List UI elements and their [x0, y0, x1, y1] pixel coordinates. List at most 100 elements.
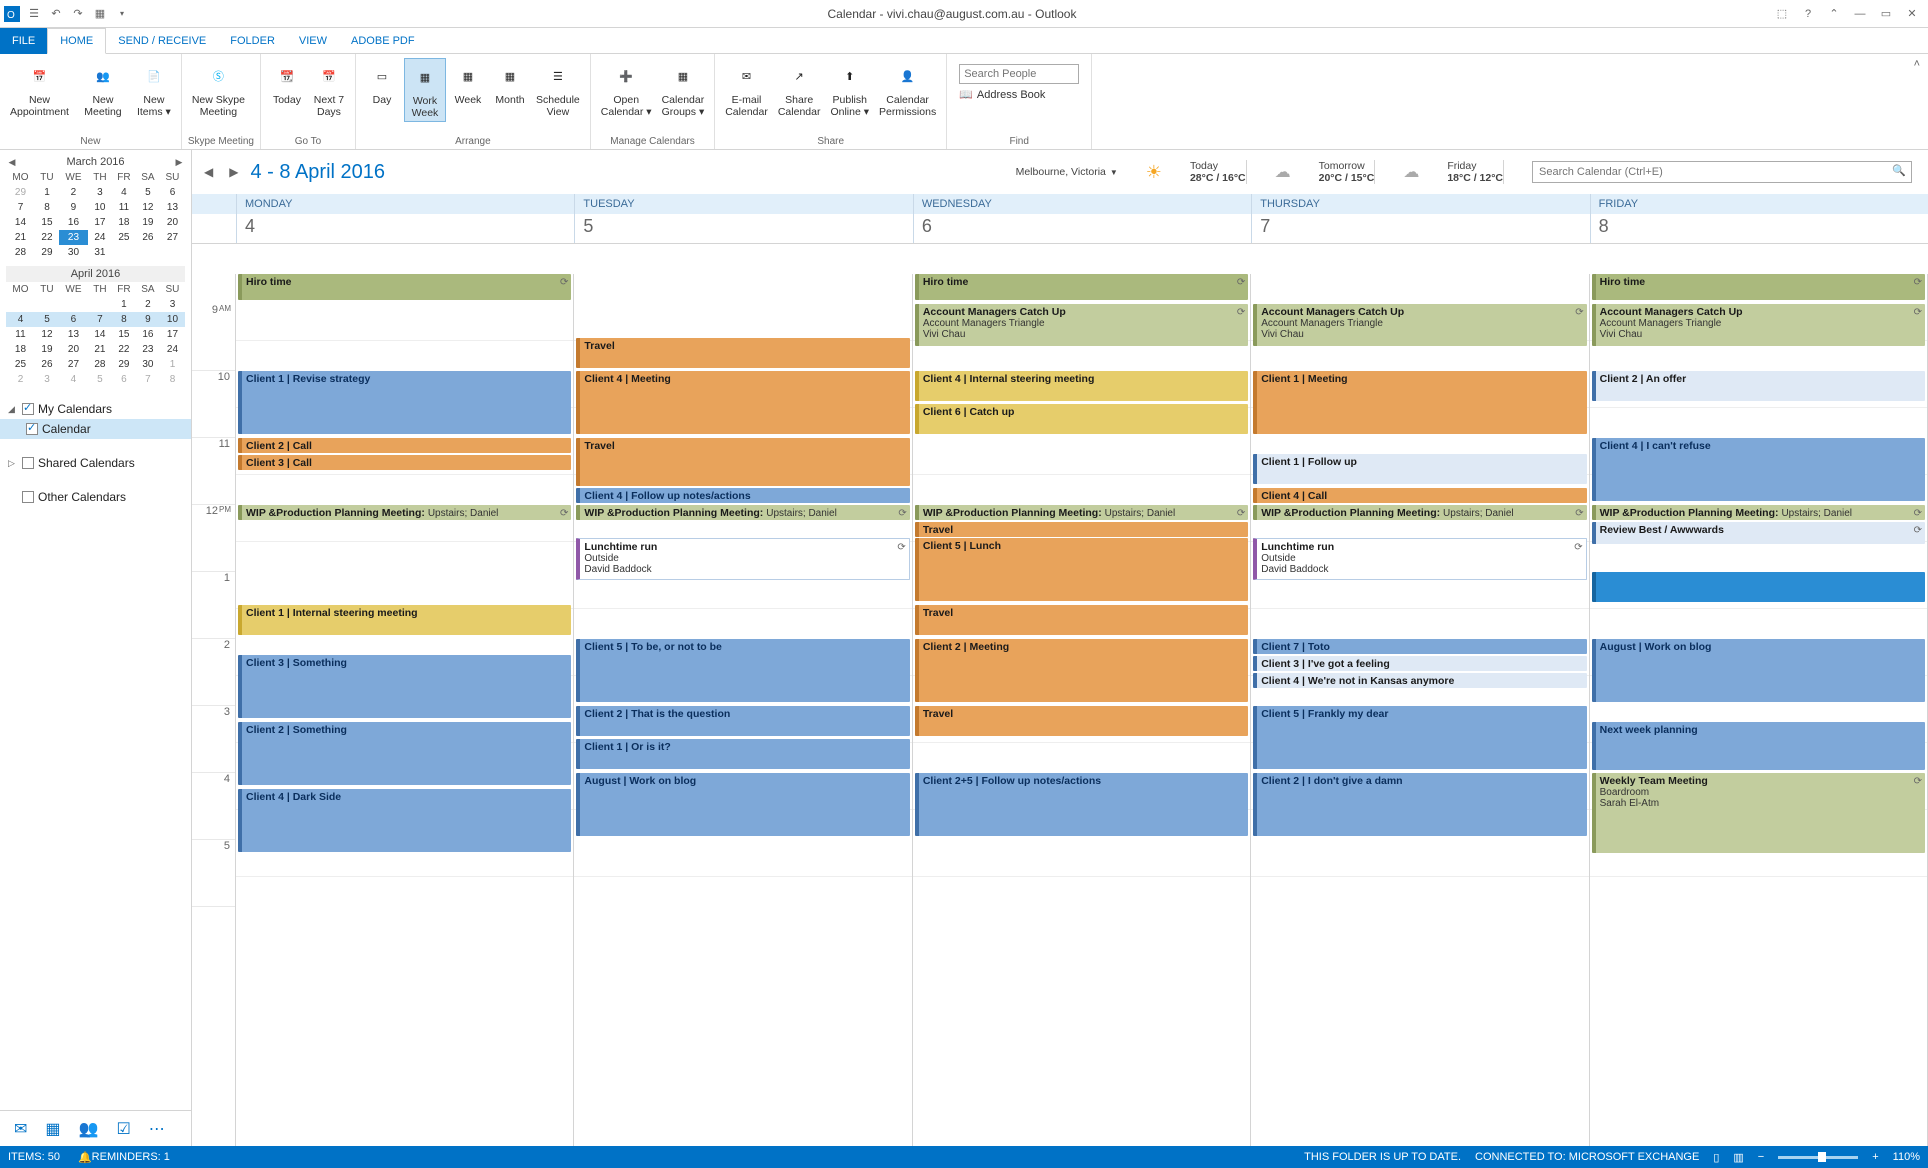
event[interactable]: Client 4 | Meeting [576, 371, 909, 434]
event[interactable]: Client 7 | Toto [1253, 639, 1586, 654]
date-cell[interactable]: 22 [35, 230, 59, 245]
date-cell[interactable]: 4 [59, 372, 88, 387]
date-cell[interactable]: 6 [160, 185, 185, 200]
date-cell[interactable]: 13 [59, 327, 88, 342]
date-cell[interactable]: 28 [6, 245, 35, 260]
date-cell[interactable]: 1 [112, 297, 136, 312]
day-num-6[interactable]: 6 [913, 214, 1251, 243]
mail-icon[interactable]: ✉ [14, 1119, 27, 1139]
day-col-thu[interactable]: Account Managers Catch UpAccount Manager… [1251, 274, 1589, 1146]
date-cell[interactable] [160, 245, 185, 260]
event[interactable]: Account Managers Catch UpAccount Manager… [1592, 304, 1925, 346]
people-icon[interactable]: 👥 [79, 1119, 99, 1139]
publish-button[interactable]: ⬆PublishOnline ▾ [826, 58, 873, 120]
date-cell[interactable]: 2 [6, 372, 35, 387]
tasks-icon[interactable]: ☑ [116, 1119, 130, 1139]
date-cell[interactable]: 4 [112, 185, 136, 200]
date-cell[interactable]: 26 [136, 230, 160, 245]
new-items-button[interactable]: 📄NewItems ▾ [133, 58, 175, 120]
date-cell[interactable]: 24 [160, 342, 185, 357]
date-cell[interactable]: 5 [136, 185, 160, 200]
date-cell[interactable]: 1 [35, 185, 59, 200]
event[interactable]: Client 3 | Call [238, 455, 571, 470]
next-month-icon[interactable]: ▶ [173, 157, 185, 168]
zoom-in-icon[interactable]: + [1872, 1151, 1878, 1163]
date-cell[interactable]: 16 [59, 215, 88, 230]
day-num-5[interactable]: 5 [574, 214, 912, 243]
email-calendar-button[interactable]: ✉E-mailCalendar [721, 58, 772, 120]
event[interactable] [1592, 572, 1925, 602]
date-cell[interactable]: 27 [160, 230, 185, 245]
new-appointment-button[interactable]: 📅NewAppointment [6, 58, 73, 120]
date-cell[interactable]: 17 [160, 327, 185, 342]
date-cell[interactable]: 5 [88, 372, 112, 387]
search-calendar-input[interactable] [1532, 161, 1912, 183]
date-cell[interactable]: 18 [112, 215, 136, 230]
tab-adobe-pdf[interactable]: ADOBE PDF [339, 28, 427, 54]
event[interactable]: Client 5 | Lunch [915, 538, 1248, 601]
qat-btn[interactable]: ☰ [26, 6, 42, 22]
event[interactable]: Client 6 | Catch up [915, 404, 1248, 434]
minical-table-2[interactable]: MOTUWETHFRSASU12345678910111213141516171… [6, 282, 185, 387]
date-cell[interactable]: 23 [136, 342, 160, 357]
date-cell[interactable]: 21 [88, 342, 112, 357]
ribbon-collapse-icon[interactable]: ⌃ [1826, 6, 1842, 22]
date-cell[interactable]: 8 [112, 312, 136, 327]
date-cell[interactable]: 20 [160, 215, 185, 230]
date-cell[interactable] [59, 297, 88, 312]
today-button[interactable]: 📆Today [267, 58, 307, 120]
redo-icon[interactable]: ↷ [70, 6, 86, 22]
date-cell[interactable]: 7 [88, 312, 112, 327]
event[interactable]: Client 1 | Follow up [1253, 454, 1586, 484]
new-meeting-button[interactable]: 👥NewMeeting [75, 58, 131, 120]
event[interactable]: Client 2 | I don't give a damn [1253, 773, 1586, 836]
event[interactable]: Client 3 | Something [238, 655, 571, 718]
workweek-button[interactable]: ▦WorkWeek [404, 58, 446, 122]
qat-cal-icon[interactable]: ▦ [92, 6, 108, 22]
collapse-ribbon-icon[interactable]: ˄ [1906, 54, 1928, 149]
event[interactable]: Client 5 | Frankly my dear [1253, 706, 1586, 769]
date-cell[interactable]: 6 [112, 372, 136, 387]
date-cell[interactable]: 11 [6, 327, 35, 342]
date-cell[interactable]: 15 [35, 215, 59, 230]
date-cell[interactable]: 6 [59, 312, 88, 327]
prev-month-icon[interactable]: ◀ [6, 157, 18, 168]
date-cell[interactable]: 24 [88, 230, 112, 245]
event[interactable]: Travel [576, 438, 909, 486]
date-cell[interactable]: 29 [35, 245, 59, 260]
event[interactable]: Hiro time⟳ [915, 274, 1248, 300]
date-cell[interactable]: 11 [112, 200, 136, 215]
event[interactable]: Travel [915, 605, 1248, 635]
date-cell[interactable]: 2 [59, 185, 88, 200]
date-cell[interactable]: 3 [160, 297, 185, 312]
date-cell[interactable] [136, 245, 160, 260]
schedule-button[interactable]: ☰ScheduleView [532, 58, 584, 122]
day-num-8[interactable]: 8 [1590, 214, 1928, 243]
date-cell[interactable] [112, 245, 136, 260]
new-skype-button[interactable]: ⓈNew SkypeMeeting [188, 58, 249, 120]
day-col-fri[interactable]: Hiro time⟳Account Managers Catch UpAccou… [1590, 274, 1928, 1146]
date-cell[interactable]: 25 [6, 357, 35, 372]
search-people-input[interactable] [959, 64, 1079, 84]
date-cell[interactable]: 17 [88, 215, 112, 230]
date-cell[interactable] [88, 297, 112, 312]
next-week-icon[interactable]: ▶ [225, 165, 242, 179]
open-calendar-button[interactable]: ➕OpenCalendar ▾ [597, 58, 656, 120]
minical-table[interactable]: MOTUWETHFRSASU29123456789101112131415161… [6, 170, 185, 260]
date-cell[interactable]: 14 [6, 215, 35, 230]
date-cell[interactable] [6, 297, 35, 312]
tab-folder[interactable]: FOLDER [218, 28, 287, 54]
event[interactable]: Review Best / Awwwards⟳ [1592, 522, 1925, 544]
event[interactable]: Client 2 | Meeting [915, 639, 1248, 702]
event[interactable]: WIP &Production Planning Meeting: Upstai… [1253, 505, 1586, 520]
date-cell[interactable]: 19 [35, 342, 59, 357]
event[interactable]: Account Managers Catch UpAccount Manager… [915, 304, 1248, 346]
event[interactable]: August | Work on blog [576, 773, 909, 836]
calendar-nav-icon[interactable]: ▦ [45, 1119, 60, 1139]
date-cell[interactable]: 7 [6, 200, 35, 215]
ribbon-display-icon[interactable]: ⬚ [1774, 6, 1790, 22]
event[interactable]: Client 1 | Meeting [1253, 371, 1586, 434]
event[interactable]: Lunchtime runOutsideDavid Baddock⟳ [576, 538, 909, 580]
event[interactable]: Client 2 | That is the question [576, 706, 909, 736]
event[interactable]: Client 1 | Or is it? [576, 739, 909, 769]
